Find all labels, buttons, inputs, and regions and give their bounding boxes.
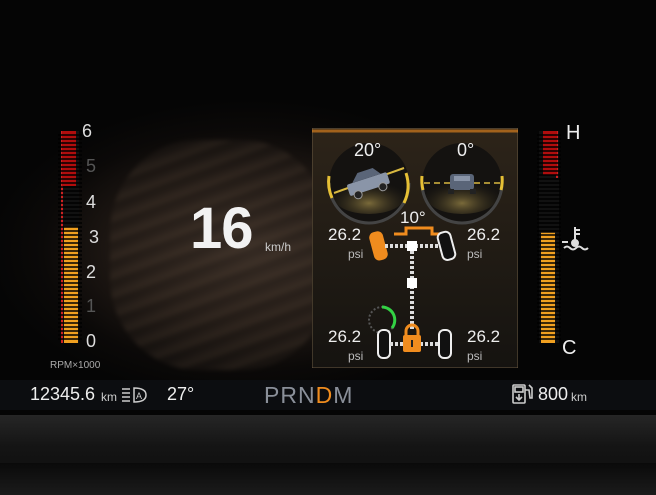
offroad-info-panel: 20° 0° 10° 26.2 psi 26.2 psi 26.2 psi 26… [312,128,518,368]
tire-pressure-rear-right: 26.2 [467,327,501,346]
range-value: 800 [538,384,569,404]
tire-unit-front-left: psi [348,247,364,261]
tachometer-bar [58,131,82,343]
temp-cold-label: C [562,337,577,359]
gear-p: P [264,382,281,408]
roll-angle: 0° [457,140,475,160]
gear-r: R [280,382,298,408]
tire-pressure-rear-left: 26.2 [328,327,362,346]
gear-m: M [333,382,354,408]
speed-value: 16 [190,196,254,261]
pitch-angle: 20° [354,140,382,160]
tire-unit-rear-left: psi [348,349,364,363]
tach-tick-3: 3 [89,227,100,247]
odometer-unit: km [101,390,117,404]
fuel-range-icon [512,384,533,404]
tire-pressure-front-left: 26.2 [328,225,362,244]
gear-selector: PRNDM [264,382,353,409]
temp-hot-label: H [566,122,581,144]
coolant-temp-icon [562,227,589,251]
svg-text:A: A [136,391,142,401]
rear-left-wheel [377,329,391,359]
tach-tick-0: 0 [86,331,97,351]
rear-right-wheel [438,329,452,359]
tach-tick-1: 1 [86,296,97,316]
tire-pressure-front-right: 26.2 [467,225,501,244]
odometer-value: 12345.6 [30,384,96,404]
speed-unit: km/h [265,240,292,254]
auto-headlamp-icon: A [122,387,147,403]
gear-n: N [297,382,316,408]
instrument-cluster: 6 5 4 3 2 1 0 RPM×1000 16 km/h 20° 0° 10… [0,0,656,495]
tire-unit-rear-right: psi [467,349,483,363]
rpm-unit-label: RPM×1000 [50,360,101,371]
tach-tick-5: 5 [86,156,97,176]
tach-tick-2: 2 [86,262,97,282]
steering-angle: 10° [400,208,426,227]
tach-tick-4: 4 [86,192,97,212]
range-unit: km [571,390,587,404]
tire-unit-front-right: psi [467,247,483,261]
lower-bezel [0,415,656,495]
gear-d: D [315,382,334,408]
outside-temperature: 27° [167,384,195,404]
tach-tick-6: 6 [82,121,93,141]
